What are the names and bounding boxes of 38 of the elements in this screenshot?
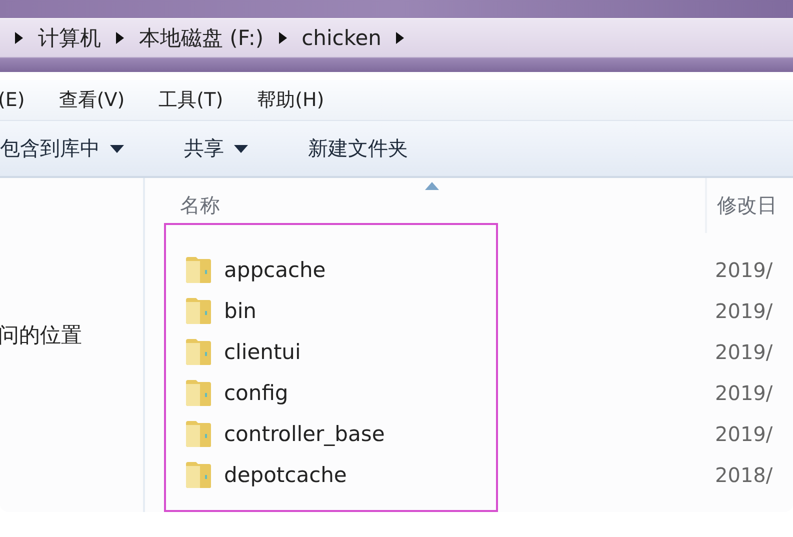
modified-date: 2019/ bbox=[714, 380, 774, 404]
breadcrumb-item[interactable]: 计算机 bbox=[38, 24, 101, 52]
modified-date: 2018/ bbox=[714, 462, 774, 486]
folder-icon bbox=[185, 296, 212, 324]
file-name[interactable]: depotcache bbox=[224, 462, 347, 486]
column-header[interactable]: 修改日 bbox=[705, 178, 793, 233]
breadcrumb-arrow-icon[interactable] bbox=[278, 31, 288, 45]
modified-date: 2019/ bbox=[714, 298, 774, 322]
menu-item[interactable]: 帮助(H) bbox=[257, 85, 324, 115]
caret-icon bbox=[110, 144, 124, 152]
file-name[interactable]: bin bbox=[224, 298, 256, 322]
menu-item[interactable]: 工具(T) bbox=[158, 85, 224, 115]
breadcrumb-arrow-icon[interactable] bbox=[14, 31, 24, 45]
breadcrumb-item[interactable]: chicken bbox=[302, 26, 382, 50]
file-name[interactable]: appcache bbox=[224, 258, 326, 282]
modified-date: 2019/ bbox=[714, 340, 774, 364]
folder-icon bbox=[185, 256, 212, 284]
modified-date: 2019/ bbox=[714, 258, 774, 282]
toolbar-button[interactable]: 包含到库中 bbox=[0, 131, 124, 166]
toolbar-button[interactable]: 共享 bbox=[184, 131, 248, 166]
file-name[interactable]: controller_base bbox=[224, 422, 385, 446]
folder-icon bbox=[185, 420, 212, 448]
folder-icon bbox=[185, 338, 212, 366]
column-header[interactable]: 名称 bbox=[145, 178, 705, 233]
folder-icon bbox=[185, 378, 212, 406]
breadcrumb-arrow-icon[interactable] bbox=[115, 31, 125, 45]
breadcrumb-item[interactable]: 本地磁盘 (F:) bbox=[139, 24, 264, 52]
toolbar-button[interactable]: 新建文件夹 bbox=[308, 131, 408, 166]
modified-date: 2019/ bbox=[714, 422, 774, 446]
menu-item[interactable]: 查看(V) bbox=[58, 85, 125, 115]
file-name[interactable]: config bbox=[224, 380, 288, 404]
address-bar[interactable]: 计算机 本地磁盘 (F:) chicken bbox=[0, 18, 793, 58]
breadcrumb-arrow-icon[interactable] bbox=[395, 31, 406, 45]
menu-item[interactable]: (E) bbox=[0, 87, 25, 113]
file-name[interactable]: clientui bbox=[224, 340, 301, 364]
folder-icon bbox=[185, 460, 212, 488]
caret-icon bbox=[234, 144, 248, 152]
sort-arrow-icon bbox=[425, 182, 439, 190]
